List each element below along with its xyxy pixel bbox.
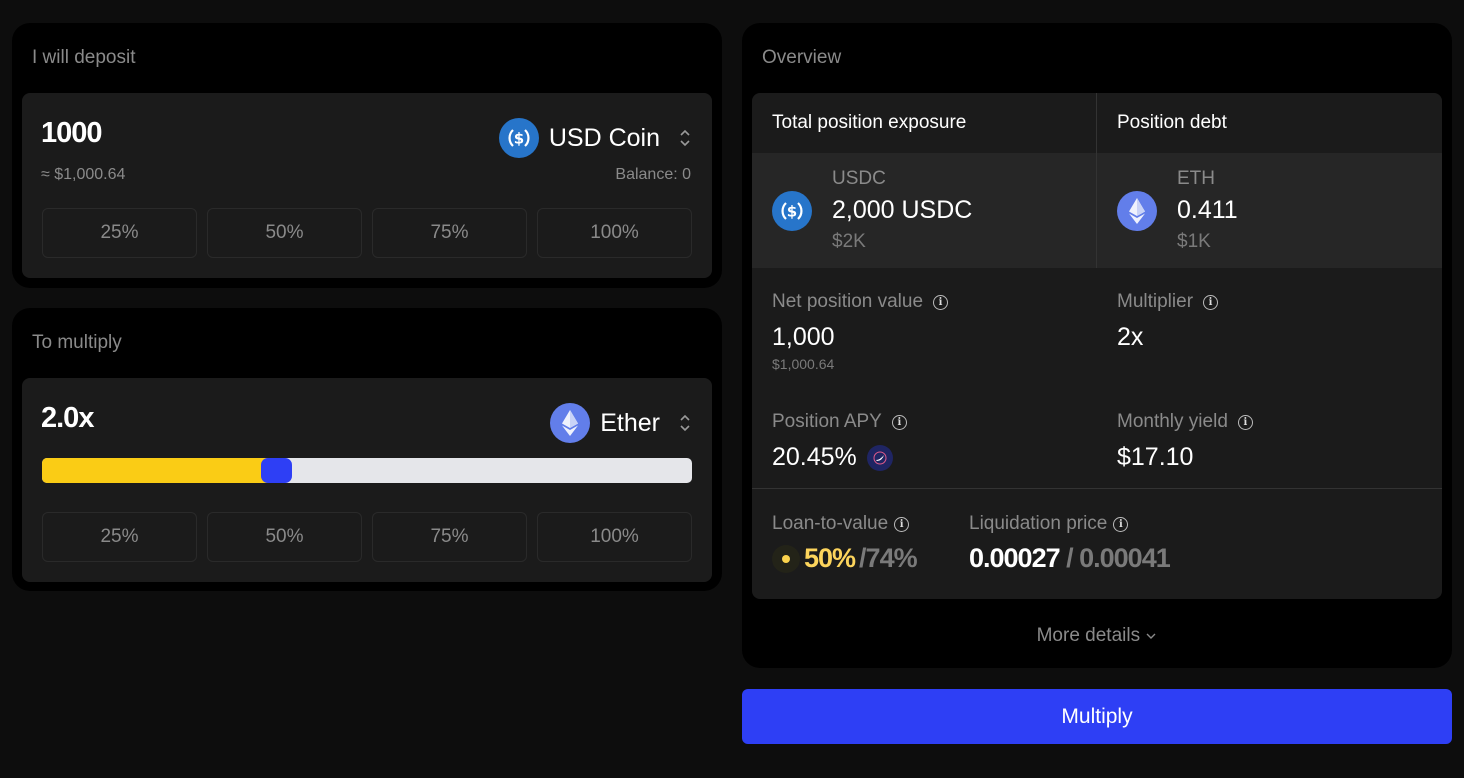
exposure-amount: 2,000 USDC [832, 195, 973, 224]
svg-text:$: $ [787, 202, 797, 220]
monthly-yield-label: Monthly yield [1117, 411, 1228, 432]
more-details-label: More details [1036, 625, 1141, 646]
column-divider [1096, 93, 1097, 268]
deposit-usd-estimate: ≈ $1,000.64 [41, 166, 126, 183]
info-icon[interactable]: i [891, 414, 907, 430]
info-icon[interactable]: i [1237, 414, 1253, 430]
slider-fill [42, 458, 276, 483]
monthly-yield-value: $17.10 [1117, 443, 1194, 471]
liquidation-threshold: 0.00041 [1079, 543, 1171, 573]
deposit-amount-input[interactable]: 1000 [41, 117, 103, 150]
debt-amount: 0.411 [1177, 195, 1238, 224]
ltv-label: Loan-to-value [772, 513, 889, 534]
overview-panel: Total position exposure Position debt $ … [752, 93, 1442, 599]
multiplier-slider[interactable] [42, 458, 692, 483]
liquidation-metric: Liquidation price i 0.00027 / 0.00041 [969, 513, 1171, 574]
multiply-button[interactable]: Multiply [742, 689, 1452, 744]
deposit-50-button[interactable]: 50% [207, 208, 362, 258]
info-icon[interactable]: i [933, 294, 949, 310]
multiplier-label: Multiplier [1117, 291, 1194, 312]
multiply-25-button[interactable]: 25% [42, 512, 197, 562]
multiply-75-button[interactable]: 75% [372, 512, 527, 562]
chevron-updown-icon [680, 129, 690, 147]
deposit-percent-buttons: 25% 50% 75% 100% [42, 208, 692, 258]
exposure-label: Total position exposure [772, 112, 967, 133]
deposit-token-select[interactable]: $ USD Coin [498, 118, 692, 158]
deposit-title: I will deposit [32, 47, 136, 68]
debt-symbol: ETH [1177, 167, 1215, 189]
monthly-yield-metric: Monthly yield i $17.10 [1117, 411, 1253, 472]
apy-metric: Position APY i 20.45% [772, 411, 907, 472]
info-icon[interactable]: i [1203, 294, 1219, 310]
rewards-icon[interactable] [866, 444, 893, 471]
borrow-token-name: Ether [600, 408, 660, 437]
chevron-down-icon [1146, 633, 1156, 639]
deposit-card: I will deposit 1000 $ USD Coin ≈ $1,000.… [12, 23, 722, 288]
info-icon[interactable]: i [894, 516, 910, 532]
multiplier-value[interactable]: 2.0x [41, 402, 94, 435]
eth-icon [550, 403, 591, 443]
eth-icon [1117, 190, 1157, 231]
net-position-metric: Net position value i 1,000 $1,000.64 [772, 291, 949, 372]
deposit-token-name: USD Coin [548, 123, 660, 152]
apy-value: 20.45% [772, 443, 857, 471]
section-divider [752, 488, 1442, 489]
exposure-asset: $ USDC 2,000 USDC $2K [752, 153, 1096, 268]
overview-card: Overview Total position exposure Positio… [742, 23, 1452, 668]
liquidation-label: Liquidation price [969, 513, 1108, 534]
deposit-25-button[interactable]: 25% [42, 208, 197, 258]
multiply-percent-buttons: 25% 50% 75% 100% [42, 512, 692, 562]
ltv-max: /74% [859, 543, 918, 573]
exposure-usd: $2K [832, 230, 866, 252]
multiply-card: To multiply 2.0x Ether 25% 50% 75% 100% [12, 308, 722, 591]
multiplier-metric: Multiplier i 2x [1117, 291, 1219, 352]
multiply-panel: 2.0x Ether 25% 50% 75% 100% [22, 378, 712, 582]
borrow-token-select[interactable]: Ether [550, 403, 692, 443]
debt-asset: ETH 0.411 $1K [1097, 153, 1442, 268]
ltv-metric: Loan-to-value i 50% /74% [772, 513, 918, 574]
info-icon[interactable]: i [1113, 516, 1129, 532]
multiplier-metric-value: 2x [1117, 323, 1144, 351]
debt-label: Position debt [1117, 112, 1227, 133]
liquidation-current: 0.00027 [969, 543, 1061, 573]
more-details-toggle[interactable]: More details [742, 625, 1452, 647]
net-position-value: 1,000 [772, 323, 835, 351]
deposit-75-button[interactable]: 75% [372, 208, 527, 258]
deposit-panel: 1000 $ USD Coin ≈ $1,000.64 Balance: 0 2… [22, 93, 712, 278]
multiply-100-button[interactable]: 100% [537, 512, 692, 562]
debt-usd: $1K [1177, 230, 1211, 252]
multiply-title: To multiply [32, 332, 122, 353]
chevron-updown-icon [680, 414, 690, 432]
apy-label: Position APY [772, 411, 882, 432]
usdc-icon: $ [498, 118, 539, 158]
deposit-100-button[interactable]: 100% [537, 208, 692, 258]
usdc-icon: $ [772, 190, 812, 231]
slider-handle[interactable] [260, 458, 292, 483]
net-position-label: Net position value [772, 291, 924, 312]
svg-text:$: $ [514, 130, 524, 148]
net-position-usd: $1,000.64 [772, 356, 835, 372]
ltv-status-dot [772, 544, 800, 573]
exposure-symbol: USDC [832, 167, 886, 189]
overview-title: Overview [762, 47, 842, 68]
multiply-50-button[interactable]: 50% [207, 512, 362, 562]
deposit-balance: Balance: 0 [615, 166, 691, 183]
ltv-current: 50% [804, 543, 856, 573]
liquidation-separator: / [1059, 543, 1080, 573]
